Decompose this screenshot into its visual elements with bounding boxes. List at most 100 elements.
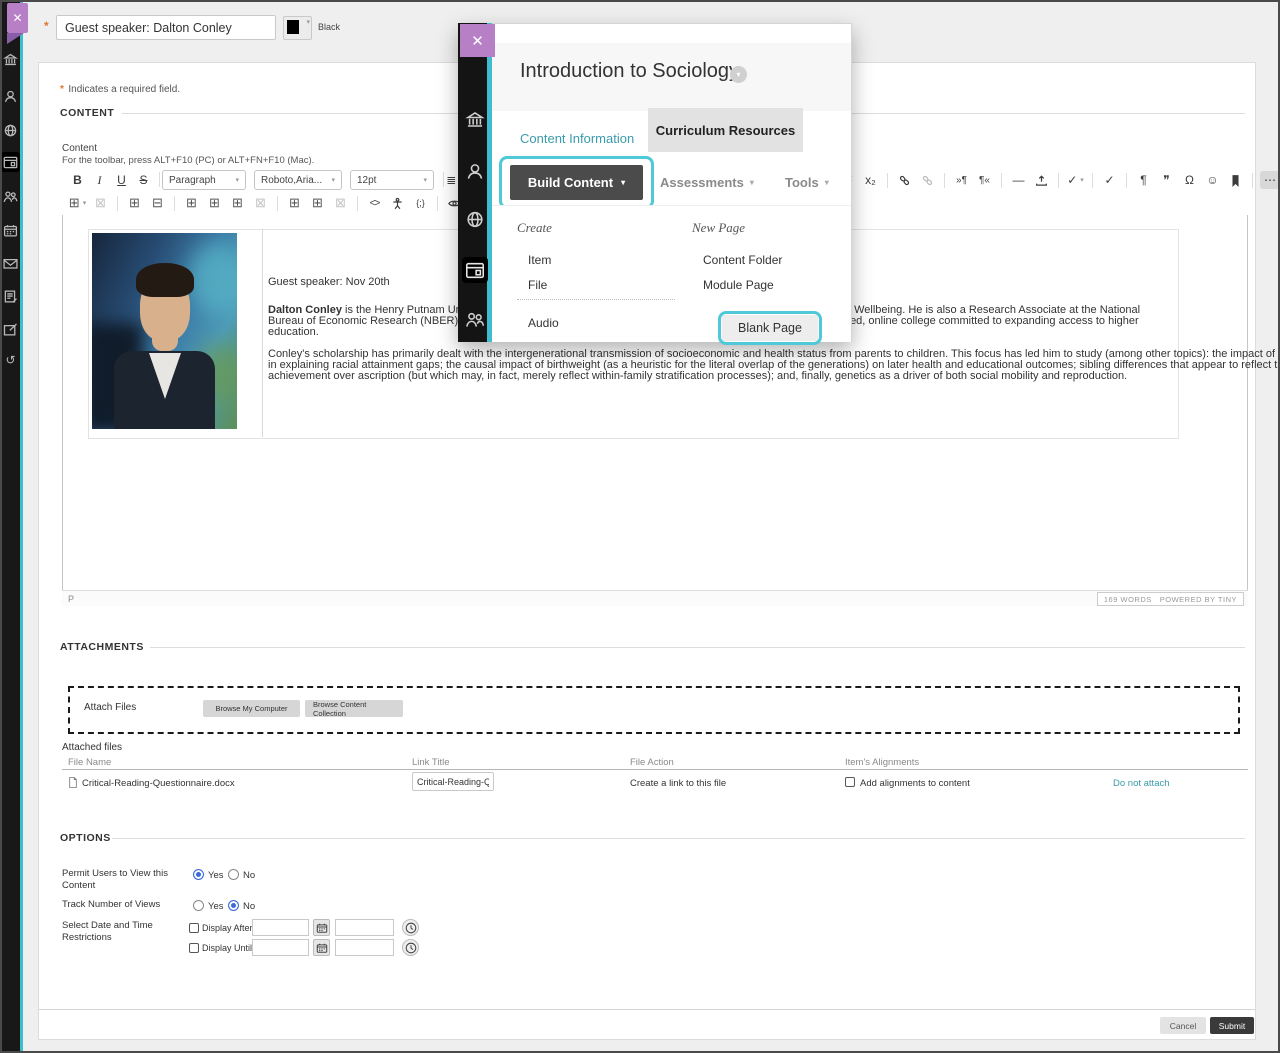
table-button[interactable]: ⊞▾ (68, 193, 87, 213)
file-action-value: Create a link to this file (630, 778, 726, 789)
assessments-button[interactable]: Assessments▾ (660, 175, 754, 190)
group-icon[interactable] (3, 190, 18, 203)
bookmark-icon[interactable] (1226, 170, 1245, 190)
display-until-time-input[interactable] (335, 939, 394, 956)
page-close-button[interactable]: ✕ (7, 3, 28, 33)
calendar-icon[interactable] (3, 224, 18, 237)
table-cell-divider (262, 229, 263, 437)
menu-item-module-page[interactable]: Module Page (703, 278, 774, 292)
toolbar-separator (944, 173, 945, 188)
document-icon (68, 776, 78, 789)
subscript-button[interactable]: x₂ (861, 170, 880, 190)
accept-check-button[interactable]: ✓ (1100, 170, 1119, 190)
browse-content-collection-button[interactable]: Browse Content Collection (305, 700, 403, 717)
submit-button[interactable]: Submit (1210, 1017, 1254, 1034)
font-family-select[interactable]: Roboto,Aria...▾ (254, 170, 342, 190)
track-yes-radio[interactable] (193, 900, 204, 911)
clock-picker-icon[interactable] (402, 939, 419, 956)
menu-item-file[interactable]: File (528, 278, 547, 292)
pilcrow-button[interactable]: ¶ (1134, 170, 1153, 190)
mail-icon[interactable] (3, 257, 18, 270)
cancel-button[interactable]: Cancel (1160, 1017, 1206, 1034)
horizontal-rule-button[interactable]: — (1009, 170, 1028, 190)
popup-close-button[interactable]: ✕ (460, 24, 495, 57)
calendar-picker-icon[interactable] (313, 919, 330, 936)
notes-icon[interactable] (3, 290, 18, 303)
content-layout-icon[interactable] (3, 156, 18, 169)
tab-content-information[interactable]: Content Information (520, 131, 634, 146)
alignments-checkbox[interactable] (845, 777, 855, 787)
institution-icon[interactable] (3, 53, 18, 66)
section-attachments-title: ATTACHMENTS (60, 641, 144, 653)
link-icon[interactable] (895, 170, 914, 190)
element-path[interactable]: P (68, 594, 74, 604)
clock-picker-icon[interactable] (402, 919, 419, 936)
build-content-button[interactable]: Build Content ▾ (510, 165, 643, 200)
menu-item-audio[interactable]: Audio (528, 316, 559, 330)
do-not-attach-link[interactable]: Do not attach (1113, 778, 1170, 789)
font-size-select[interactable]: 12pt▾ (350, 170, 434, 190)
insert-column-button[interactable]: ⊞ (285, 193, 304, 213)
row-properties-button[interactable]: ⊞ (182, 193, 201, 213)
unlink-icon[interactable] (918, 170, 937, 190)
bold-button[interactable]: B (68, 170, 87, 190)
link-title-input[interactable] (412, 772, 494, 791)
more-tools-button[interactable]: ⋯ (1260, 171, 1280, 189)
template-vars-button[interactable]: {;} (411, 193, 430, 213)
title-chevron-circle[interactable]: ▾ (730, 66, 747, 83)
permit-no-radio[interactable] (228, 869, 239, 880)
source-code-button[interactable]: <> (365, 193, 384, 213)
text-color-swatch[interactable]: ▾ (283, 16, 312, 40)
accessibility-checker-icon[interactable] (388, 193, 407, 213)
special-character-button[interactable]: Ω (1180, 170, 1199, 190)
display-after-checkbox[interactable] (189, 923, 199, 933)
undo-icon[interactable]: ↺ (3, 354, 18, 367)
insert-row-above-button[interactable]: ⊞ (205, 193, 224, 213)
paragraph-style-select[interactable]: Paragraph▾ (162, 170, 246, 190)
underline-button[interactable]: U (112, 170, 131, 190)
col-file-action: File Action (630, 757, 674, 768)
title-input[interactable] (56, 15, 276, 40)
compose-icon[interactable] (3, 323, 18, 336)
blockquote-button[interactable]: ❞ (1157, 170, 1176, 190)
display-after-time-input[interactable] (335, 919, 394, 936)
toolbar-separator (174, 196, 175, 211)
display-until-date-input[interactable] (252, 939, 309, 956)
emoji-button[interactable]: ☺ (1203, 170, 1222, 190)
delete-row-button[interactable]: ⊠ (251, 193, 270, 213)
italic-button[interactable]: I (90, 170, 109, 190)
globe-icon[interactable] (3, 124, 18, 137)
strikethrough-button[interactable]: S (134, 170, 153, 190)
delete-table-button[interactable]: ⊠ (91, 193, 110, 213)
cell-properties-button[interactable]: ⊟ (148, 193, 167, 213)
globe-icon[interactable] (465, 211, 485, 228)
tools-button[interactable]: Tools▾ (785, 175, 829, 190)
institution-icon[interactable] (465, 111, 485, 128)
menu-item-item[interactable]: Item (528, 253, 551, 267)
insert-row-below-button[interactable]: ⊞ (228, 193, 247, 213)
group-icon[interactable] (465, 311, 485, 328)
tab-curriculum-resources[interactable]: Curriculum Resources (648, 108, 803, 152)
browse-my-computer-button[interactable]: Browse My Computer (203, 700, 300, 717)
toolbar-separator (277, 196, 278, 211)
calendar-picker-icon[interactable] (313, 939, 330, 956)
section-divider (150, 647, 1245, 648)
person-icon[interactable] (3, 90, 18, 103)
delete-column-button[interactable]: ⊠ (331, 193, 350, 213)
content-layout-icon[interactable] (465, 262, 485, 279)
column-properties-button[interactable]: ⊞ (308, 193, 327, 213)
spellcheck-button[interactable]: ✓▾ (1066, 170, 1085, 190)
display-after-date-input[interactable] (252, 919, 309, 936)
ltr-paragraph-button[interactable]: »¶ (952, 170, 971, 190)
chevron-down-icon: ▾ (423, 176, 427, 184)
upload-icon[interactable] (1032, 170, 1051, 190)
display-until-checkbox[interactable] (189, 943, 199, 953)
editor-toolbar-hint: For the toolbar, press ALT+F10 (PC) or A… (62, 155, 314, 166)
table-properties-button[interactable]: ⊞ (125, 193, 144, 213)
person-icon[interactable] (465, 163, 485, 180)
menu-item-content-folder[interactable]: Content Folder (703, 253, 782, 267)
permit-yes-radio[interactable] (193, 869, 204, 880)
rtl-paragraph-button[interactable]: ¶« (975, 170, 994, 190)
track-no-radio[interactable] (228, 900, 239, 911)
build-content-menu: Create Item File Audio New Page Content … (492, 205, 851, 342)
